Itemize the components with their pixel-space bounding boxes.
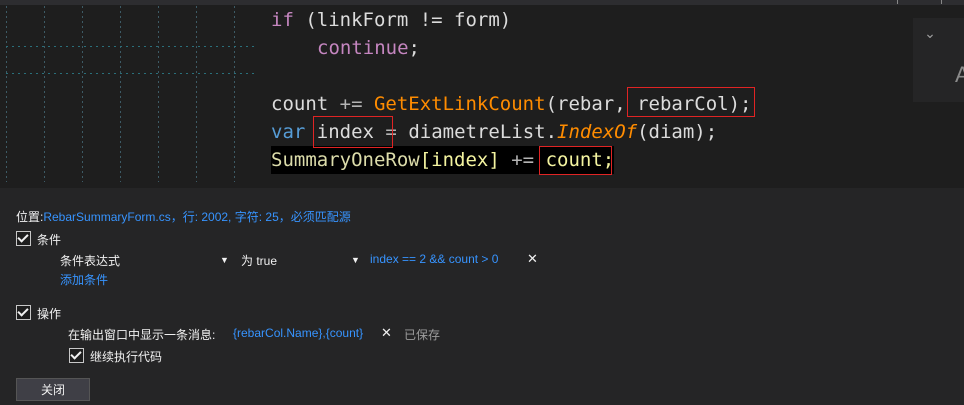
code-token: if <box>271 9 294 31</box>
condition-type-select[interactable]: 条件表达式 <box>60 252 120 269</box>
highlight-box-index <box>313 116 393 148</box>
saved-status: 已保存 <box>404 328 441 342</box>
code-token: [index] <box>419 149 500 171</box>
actions-label: 操作 <box>37 307 62 321</box>
whitespace-guide <box>6 46 256 47</box>
indent-guide <box>82 6 83 182</box>
code-token: (diam); <box>637 121 718 143</box>
message-input[interactable]: {rebarCol.Name},{count} <box>233 326 363 340</box>
chevron-down-icon[interactable]: ⌄ <box>916 22 944 46</box>
chevron-down-icon[interactable]: ▼ <box>220 255 229 265</box>
message-label: 在输出窗口中显示一条消息: <box>68 328 216 342</box>
code-token: IndexOf <box>557 121 638 143</box>
condition-expression-input[interactable]: index == 2 && count > 0 <box>370 252 498 266</box>
code-editor[interactable]: if (linkForm != form) continue; count +=… <box>0 0 964 188</box>
breakpoint-settings-panel: 位置:RebarSummaryForm.cs，行: 2002, 字符: 25，必… <box>0 188 964 405</box>
whitespace-guide <box>6 73 256 74</box>
code-token: += <box>328 93 374 115</box>
indent-guide <box>196 6 197 182</box>
conditions-label: 条件 <box>37 233 62 247</box>
code-token: var <box>271 121 306 143</box>
location-row: 位置:RebarSummaryForm.cs，行: 2002, 字符: 25，必… <box>16 208 351 225</box>
close-button[interactable]: 关闭 <box>16 378 90 401</box>
continue-execution-checkbox[interactable] <box>69 348 84 363</box>
indent-guide <box>234 6 235 182</box>
location-label: 位置: <box>16 210 44 224</box>
code-token: (linkForm != form) <box>293 9 512 31</box>
code-token: GetExtLinkCount <box>373 93 546 115</box>
close-icon[interactable]: ✕ <box>381 325 392 341</box>
close-icon[interactable]: ✕ <box>527 251 538 267</box>
continue-execution-label: 继续执行代码 <box>90 350 163 364</box>
highlight-box-count <box>539 146 612 175</box>
side-panel-letter: A <box>955 62 964 87</box>
condition-when-select[interactable]: 为 true <box>241 252 277 269</box>
editor-top-bar <box>0 0 964 5</box>
indent-guide <box>158 6 159 182</box>
conditions-checkbox[interactable] <box>16 231 31 246</box>
scroll-marker <box>897 0 902 4</box>
code-token: diametreList. <box>408 121 558 143</box>
indent-guide <box>120 6 121 182</box>
scroll-marker <box>941 0 944 4</box>
code-line: continue; <box>317 34 420 62</box>
code-token: continue <box>317 37 409 59</box>
location-link[interactable]: RebarSummaryForm.cs，行: 2002, 字符: 25，必须匹配… <box>43 210 350 224</box>
indent-guide <box>44 6 45 182</box>
actions-checkbox[interactable] <box>16 305 31 320</box>
highlight-box-rebarcol <box>627 87 755 117</box>
code-token: SummaryOneRow <box>271 149 420 171</box>
code-token: count <box>271 93 329 115</box>
code-token: ; <box>408 37 420 59</box>
chevron-down-icon[interactable]: ▼ <box>351 255 360 265</box>
code-token: (rebar, <box>545 93 638 115</box>
code-line: if (linkForm != form) <box>271 6 511 34</box>
indent-guide <box>6 6 7 182</box>
add-condition-link[interactable]: 添加条件 <box>60 271 108 288</box>
